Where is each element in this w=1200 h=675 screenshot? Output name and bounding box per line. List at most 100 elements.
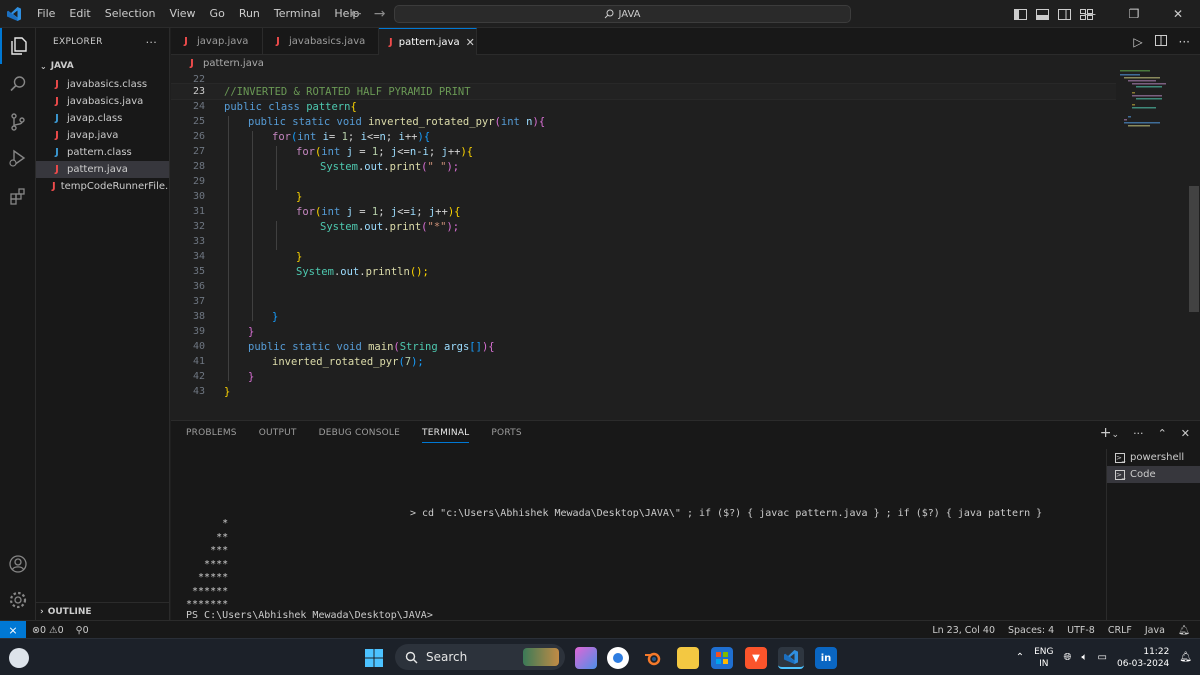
- problems-status[interactable]: ⊗0 ⚠0: [32, 625, 64, 636]
- menu-selection[interactable]: Selection: [98, 0, 163, 28]
- tab-terminal[interactable]: TERMINAL: [422, 428, 470, 443]
- brave-browser-icon[interactable]: ▼: [745, 647, 767, 669]
- terminal-item-code[interactable]: >_ Code: [1107, 466, 1200, 483]
- more-icon[interactable]: ···: [1133, 427, 1144, 440]
- remote-indicator-icon[interactable]: ⨯: [0, 621, 26, 639]
- toggle-primary-sidebar-icon[interactable]: [1012, 6, 1028, 22]
- manage-gear-icon[interactable]: [0, 582, 36, 618]
- file-tempcoderunnerfile[interactable]: J tempCodeRunnerFile....: [36, 178, 169, 195]
- code-line: 31 for(int j = 1; j<=i; j++){: [171, 204, 1188, 219]
- language-indicator[interactable]: ENG IN: [1034, 646, 1053, 670]
- tab-output[interactable]: OUTPUT: [259, 428, 297, 438]
- maximize-panel-icon[interactable]: ⌃: [1158, 427, 1167, 440]
- command-center[interactable]: JAVA: [394, 5, 851, 23]
- explorer-icon[interactable]: [0, 28, 36, 64]
- toggle-panel-icon[interactable]: [1034, 6, 1050, 22]
- tray-overflow-icon[interactable]: ⌃: [1016, 652, 1024, 663]
- code-text: for(int i= 1; i<=n; i++){: [272, 130, 431, 143]
- code-line: 37: [171, 294, 1188, 309]
- more-actions-icon[interactable]: ···: [1179, 35, 1190, 49]
- end-of-line[interactable]: CRLF: [1108, 625, 1132, 636]
- tab-ports[interactable]: PORTS: [491, 428, 521, 438]
- tab-debug-console[interactable]: DEBUG CONSOLE: [319, 428, 400, 438]
- terminal[interactable]: > cd "c:\Users\Abhishek Mewada\Desktop\J…: [186, 445, 1101, 621]
- vscode-taskbar-icon[interactable]: [778, 647, 804, 669]
- language-mode[interactable]: Java: [1145, 625, 1165, 636]
- file-pattern-java[interactable]: J pattern.java: [36, 161, 169, 178]
- notifications-bell-icon[interactable]: 🔔︎: [1178, 625, 1190, 636]
- terminal-output-line: ******: [186, 586, 229, 597]
- line-number: 35: [192, 266, 205, 277]
- extensions-icon[interactable]: [0, 178, 36, 214]
- weather-icon[interactable]: [9, 648, 29, 668]
- notifications-icon[interactable]: 🔔︎: [1179, 652, 1192, 663]
- tab-problems[interactable]: PROBLEMS: [186, 428, 237, 438]
- run-play-icon[interactable]: ▷: [1133, 35, 1142, 49]
- forward-arrow-icon[interactable]: →: [374, 6, 386, 22]
- code-line: 26 for(int i= 1; i<=n; i++){: [171, 129, 1188, 144]
- system-tray: ⌃ ENG IN 🌐︎ 🔈︎ ▭ 11:22 06-03-2024 🔔︎: [1016, 639, 1192, 675]
- minimap[interactable]: [1116, 68, 1188, 130]
- code-editor[interactable]: 22 23 //INVERTED & ROTATED HALF PYRAMID …: [171, 72, 1188, 420]
- split-editor-icon[interactable]: [1154, 34, 1167, 49]
- back-arrow-icon[interactable]: ←: [350, 6, 362, 22]
- close-panel-icon[interactable]: ✕: [1181, 427, 1190, 440]
- tab-pattern-java[interactable]: J pattern.java ✕: [379, 28, 477, 55]
- terminal-item-label: powershell: [1130, 452, 1185, 463]
- blender-icon[interactable]: [641, 647, 663, 669]
- vscode-logo-icon[interactable]: [0, 0, 28, 28]
- minimize-icon[interactable]: —: [1068, 0, 1112, 28]
- taskbar-search[interactable]: Search: [395, 644, 565, 670]
- widgets-app-icon[interactable]: [575, 647, 597, 669]
- terminal-item-powershell[interactable]: >_ powershell: [1107, 449, 1200, 466]
- breadcrumb[interactable]: J pattern.java: [171, 55, 1200, 72]
- outline-section[interactable]: › OUTLINE: [36, 602, 170, 620]
- menu-terminal[interactable]: Terminal: [267, 0, 328, 28]
- file-javap-java[interactable]: J javap.java: [36, 127, 169, 144]
- class-file-icon: J: [55, 113, 59, 124]
- volume-icon[interactable]: 🔈︎: [1082, 652, 1088, 663]
- microsoft-store-icon[interactable]: [711, 647, 733, 669]
- file-javabasics-class[interactable]: J javabasics.class: [36, 76, 169, 93]
- code-text: public static void main(String args[]){: [248, 340, 495, 353]
- search-icon: [605, 9, 614, 19]
- file-pattern-class[interactable]: J pattern.class: [36, 144, 169, 161]
- accounts-icon[interactable]: [0, 546, 36, 582]
- file-javap-class[interactable]: J javap.class: [36, 110, 169, 127]
- run-debug-icon[interactable]: [0, 140, 36, 176]
- line-number: 25: [192, 116, 205, 127]
- linkedin-icon[interactable]: in: [815, 647, 837, 669]
- indentation[interactable]: Spaces: 4: [1008, 625, 1054, 636]
- file-explorer-icon[interactable]: [677, 647, 699, 669]
- clock[interactable]: 11:22 06-03-2024: [1117, 646, 1169, 670]
- explorer-more-icon[interactable]: ···: [146, 36, 157, 49]
- folder-java[interactable]: ⌄ JAVA: [36, 56, 169, 76]
- menu-run[interactable]: Run: [232, 0, 267, 28]
- menu-file[interactable]: File: [30, 0, 62, 28]
- title-bar: File Edit Selection View Go Run Terminal…: [0, 0, 1200, 28]
- tab-javabasics-java[interactable]: J javabasics.java: [263, 28, 379, 55]
- menu-go[interactable]: Go: [203, 0, 232, 28]
- windows-start-icon[interactable]: [364, 648, 384, 671]
- restore-icon[interactable]: ❐: [1112, 0, 1156, 28]
- line-number: 26: [192, 131, 205, 142]
- encoding[interactable]: UTF-8: [1067, 625, 1095, 636]
- new-terminal-icon[interactable]: +⌄: [1100, 425, 1119, 441]
- code-text: }: [296, 190, 303, 203]
- source-control-icon[interactable]: [0, 104, 36, 140]
- search-icon[interactable]: [0, 66, 36, 102]
- close-window-icon[interactable]: ✕: [1156, 0, 1200, 28]
- menu-edit[interactable]: Edit: [62, 0, 97, 28]
- battery-icon[interactable]: ▭: [1098, 652, 1107, 663]
- network-icon[interactable]: 🌐︎: [1064, 652, 1072, 663]
- chrome-icon[interactable]: [607, 647, 629, 669]
- tab-javap-java[interactable]: J javap.java: [171, 28, 263, 55]
- file-javabasics-java[interactable]: J javabasics.java: [36, 93, 169, 110]
- search-icon: [405, 651, 418, 663]
- menu-view[interactable]: View: [162, 0, 202, 28]
- ports-status[interactable]: ⚲0: [76, 625, 89, 636]
- cursor-position[interactable]: Ln 23, Col 40: [932, 625, 995, 636]
- editor-scroll-thumb[interactable]: [1189, 186, 1199, 312]
- close-tab-icon[interactable]: ✕: [466, 36, 475, 49]
- java-file-icon: J: [389, 36, 393, 48]
